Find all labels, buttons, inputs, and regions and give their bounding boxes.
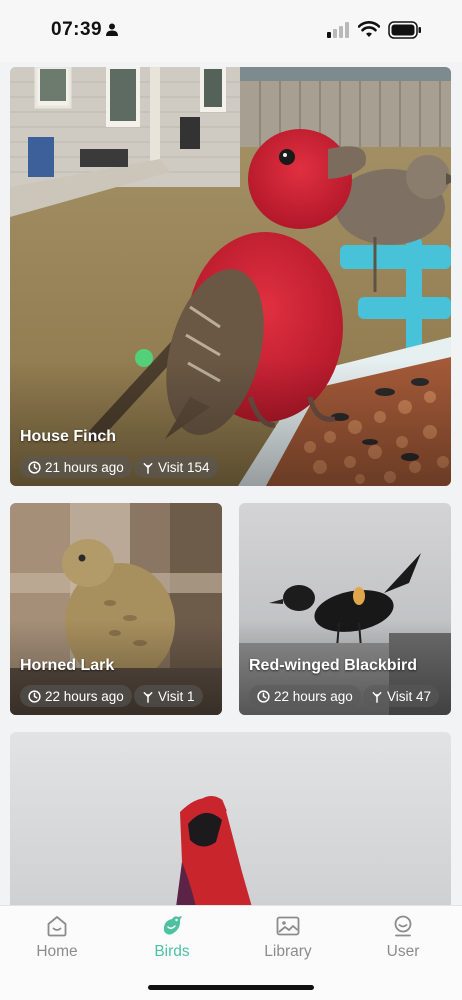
battery-icon (388, 21, 421, 39)
tab-birds-label: Birds (154, 943, 190, 960)
status-bar: 07:39 (0, 0, 462, 62)
tab-birds[interactable]: Birds (127, 914, 217, 974)
clock-icon (28, 689, 41, 703)
bird-photo (10, 67, 451, 486)
last-seen-text: 22 hours ago (45, 688, 124, 704)
last-seen-chip: 22 hours ago (20, 685, 132, 707)
image-gallery-icon (276, 916, 300, 936)
user-face-icon (394, 915, 412, 937)
tab-user[interactable]: User (358, 914, 448, 974)
tab-home[interactable]: Home (12, 914, 102, 974)
visit-count-text: Visit 47 (387, 688, 432, 704)
bird-name: Horned Lark (20, 657, 115, 674)
tab-library-label: Library (264, 943, 312, 960)
tab-library[interactable]: Library (243, 914, 333, 974)
last-seen-chip: 21 hours ago (20, 456, 132, 478)
home-indicator[interactable] (148, 985, 314, 990)
feeder-perch-icon (143, 462, 153, 474)
wifi-icon (358, 21, 380, 37)
bird-card-partial[interactable] (10, 732, 451, 907)
bird-photo (10, 503, 222, 715)
tab-user-label: User (386, 943, 420, 960)
visit-count-chip: Visit 154 (134, 456, 218, 478)
visit-count-text: Visit 1 (158, 688, 195, 704)
bird-icon (163, 916, 182, 935)
status-time: 07:39 (51, 19, 103, 40)
tab-home-label: Home (36, 943, 78, 960)
last-seen-text: 21 hours ago (45, 459, 124, 475)
bird-card-horned-lark[interactable]: Horned Lark 22 hours ago Visit 1 (10, 503, 222, 715)
last-seen-text: 22 hours ago (274, 688, 353, 704)
clock-icon (28, 460, 41, 474)
bird-photo (10, 732, 451, 907)
bird-card-red-winged-blackbird[interactable]: Red-winged Blackbird 22 hours ago Visit … (239, 503, 451, 715)
person-icon (106, 23, 118, 36)
home-face-icon (47, 916, 67, 937)
visit-count-chip: Visit 47 (363, 685, 440, 707)
clock-icon (257, 689, 270, 703)
bird-photo (239, 503, 451, 715)
feeder-perch-icon (143, 691, 153, 703)
visit-count-text: Visit 154 (158, 459, 210, 475)
bird-name: Red-winged Blackbird (249, 657, 418, 674)
visit-count-chip: Visit 1 (134, 685, 203, 707)
bird-card-house-finch[interactable]: House Finch 21 hours ago Visit 154 (10, 67, 451, 486)
cellular-signal-icon (327, 22, 349, 38)
last-seen-chip: 22 hours ago (249, 685, 361, 707)
feeder-perch-icon (372, 691, 382, 703)
bird-name: House Finch (20, 428, 117, 445)
